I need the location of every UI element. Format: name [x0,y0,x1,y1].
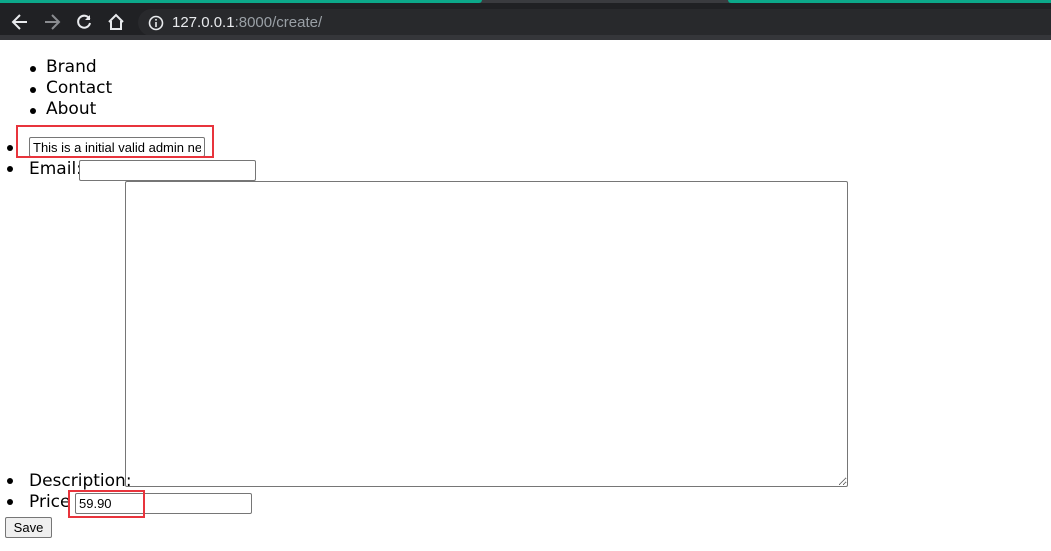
nav-menu: Brand Contact About [29,57,112,120]
save-button[interactable]: Save [5,517,52,538]
nav-item-brand[interactable]: Brand [29,57,112,78]
description-label: Description: [29,471,132,491]
url-host: 127.0.0.1 [172,14,235,31]
list-bullet [7,478,13,484]
list-bullet [7,145,13,151]
arrow-left-icon [11,14,27,30]
nav-item-about[interactable]: About [29,99,112,120]
list-bullet [7,166,13,172]
home-icon [108,13,124,30]
info-icon[interactable] [148,15,164,31]
reload-icon [77,14,91,29]
email-input[interactable] [79,160,256,181]
home-button[interactable] [105,11,127,33]
reload-button[interactable] [73,11,95,33]
browser-toolbar: 127.0.0.1:8000/create/ [0,3,1051,38]
email-label: Email: [29,159,82,179]
arrow-right-icon [45,14,61,30]
price-label: Price [29,492,71,512]
url-text[interactable]: 127.0.0.1:8000/create/ [172,14,322,31]
url-path: :8000/create/ [234,14,323,31]
price-highlight-box [68,490,145,518]
list-bullet [7,499,13,505]
title-highlight-box [16,125,214,158]
page-content: Brand Contact About Email: Description: … [0,40,1051,551]
back-button[interactable] [9,11,31,33]
nav-item-contact[interactable]: Contact [29,78,112,99]
description-textarea[interactable] [125,181,848,487]
forward-button[interactable] [41,11,63,33]
